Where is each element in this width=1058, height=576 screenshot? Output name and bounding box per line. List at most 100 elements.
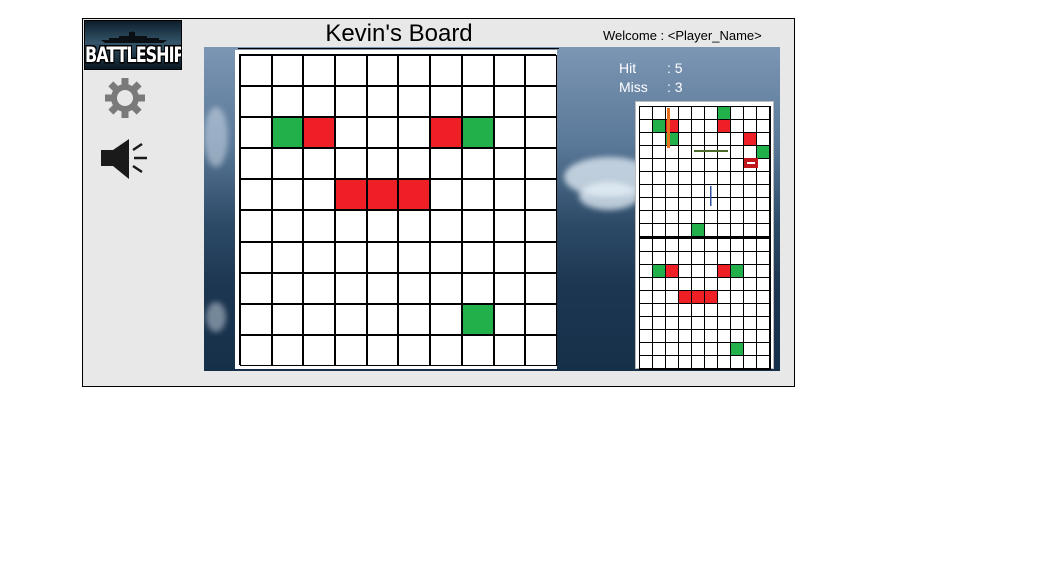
board-cell[interactable] [366, 272, 399, 304]
board-cell[interactable] [493, 334, 526, 366]
board-cell[interactable] [398, 117, 431, 149]
board-cell[interactable] [430, 55, 462, 87]
board-cell[interactable] [493, 148, 526, 180]
board-cell[interactable] [525, 272, 557, 304]
board-cell[interactable] [240, 148, 272, 180]
board-cell[interactable] [493, 241, 526, 273]
board-cell[interactable] [335, 241, 367, 273]
board-cell[interactable] [303, 55, 336, 87]
board-cell[interactable] [461, 272, 494, 304]
board-cell[interactable] [240, 86, 272, 118]
board-cell[interactable] [398, 86, 431, 118]
board-cell[interactable] [271, 86, 304, 118]
board-cell[interactable] [271, 272, 304, 304]
board-cell[interactable] [525, 334, 557, 366]
board-cell[interactable] [240, 272, 272, 304]
board-cell[interactable] [430, 272, 462, 304]
board-cell[interactable] [303, 241, 336, 273]
board-cell[interactable] [335, 55, 367, 87]
board-cell[interactable] [335, 117, 367, 149]
board-cell-hit[interactable] [335, 179, 367, 211]
board-cell[interactable] [430, 210, 462, 242]
board-cell[interactable] [366, 210, 399, 242]
board-cell[interactable] [461, 179, 494, 211]
board-cell[interactable] [430, 148, 462, 180]
board-cell[interactable] [271, 334, 304, 366]
board-cell[interactable] [366, 303, 399, 335]
board-cell[interactable] [240, 303, 272, 335]
board-cell[interactable] [493, 303, 526, 335]
board-cell[interactable] [366, 117, 399, 149]
board-cell[interactable] [461, 241, 494, 273]
board-cell[interactable] [335, 148, 367, 180]
board-cell[interactable] [335, 272, 367, 304]
board-cell[interactable] [240, 179, 272, 211]
board-cell[interactable] [366, 334, 399, 366]
board-cell[interactable] [525, 117, 557, 149]
board-cell[interactable] [493, 117, 526, 149]
board-cell[interactable] [335, 86, 367, 118]
board-cell-miss[interactable] [461, 303, 494, 335]
board-cell[interactable] [398, 272, 431, 304]
board-cell[interactable] [271, 179, 304, 211]
board-cell[interactable] [240, 241, 272, 273]
board-cell[interactable] [461, 55, 494, 87]
board-cell[interactable] [335, 210, 367, 242]
board-cell[interactable] [525, 241, 557, 273]
board-cell[interactable] [493, 179, 526, 211]
board-cell[interactable] [493, 55, 526, 87]
board-cell[interactable] [525, 86, 557, 118]
board-cell[interactable] [240, 210, 272, 242]
board-cell[interactable] [303, 86, 336, 118]
board-cell[interactable] [398, 334, 431, 366]
board-cell[interactable] [525, 55, 557, 87]
board-cell[interactable] [493, 210, 526, 242]
board-cell-miss[interactable] [271, 117, 304, 149]
board-cell[interactable] [525, 210, 557, 242]
board-cell[interactable] [430, 303, 462, 335]
board-cell[interactable] [461, 210, 494, 242]
board-cell[interactable] [240, 334, 272, 366]
board-cell[interactable] [271, 241, 304, 273]
board-cell[interactable] [525, 148, 557, 180]
board-cell[interactable] [398, 241, 431, 273]
board-cell[interactable] [271, 148, 304, 180]
board-cell-hit[interactable] [398, 179, 431, 211]
board-cell[interactable] [335, 303, 367, 335]
board-cell[interactable] [461, 148, 494, 180]
board-cell-hit[interactable] [366, 179, 399, 211]
board-cell[interactable] [493, 272, 526, 304]
board-cell[interactable] [398, 148, 431, 180]
board-cell[interactable] [240, 117, 272, 149]
board-cell[interactable] [335, 334, 367, 366]
board-cell[interactable] [366, 148, 399, 180]
board-cell[interactable] [271, 55, 304, 87]
board-cell[interactable] [430, 179, 462, 211]
board-cell-hit[interactable] [303, 117, 336, 149]
board-cell[interactable] [271, 210, 304, 242]
board-cell[interactable] [303, 334, 336, 366]
board-cell[interactable] [366, 241, 399, 273]
board-cell[interactable] [398, 303, 431, 335]
board-cell[interactable] [303, 148, 336, 180]
board-cell[interactable] [525, 179, 557, 211]
sound-button[interactable] [99, 137, 153, 181]
board-cell[interactable] [303, 272, 336, 304]
board-cell[interactable] [303, 179, 336, 211]
board-cell[interactable] [525, 303, 557, 335]
board-cell[interactable] [240, 55, 272, 87]
board-cell[interactable] [461, 334, 494, 366]
board-cell[interactable] [303, 303, 336, 335]
board-cell[interactable] [398, 55, 431, 87]
board-cell[interactable] [398, 210, 431, 242]
board-cell-miss[interactable] [461, 117, 494, 149]
board-cell[interactable] [366, 55, 399, 87]
board-cell-hit[interactable] [430, 117, 462, 149]
board-cell[interactable] [430, 241, 462, 273]
settings-button[interactable] [103, 76, 147, 120]
board-cell[interactable] [303, 210, 336, 242]
board-cell[interactable] [461, 86, 494, 118]
board-cell[interactable] [493, 86, 526, 118]
board-cell[interactable] [430, 86, 462, 118]
board-cell[interactable] [271, 303, 304, 335]
